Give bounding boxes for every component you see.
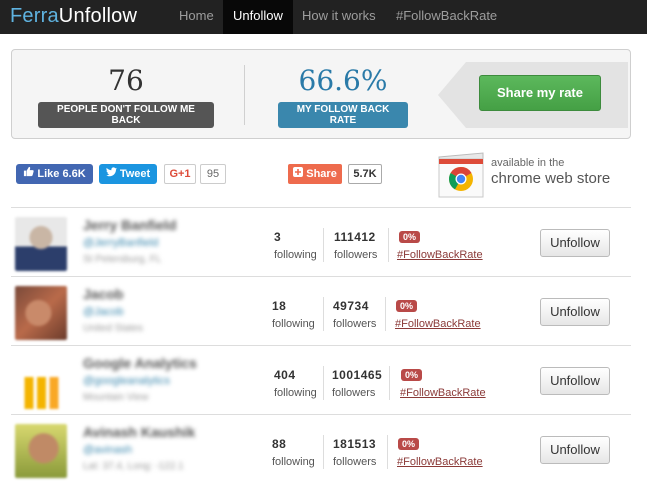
following-count: 404 (274, 368, 296, 382)
google-plus-button[interactable]: G+1 (164, 164, 196, 184)
follow-back-rate-stat: 66.6% MY FOLLOW BACK RATE (278, 62, 408, 128)
chrome-store-icon (438, 152, 484, 198)
chrome-web-store-badge[interactable]: available in the chrome web store (435, 149, 625, 199)
column-divider (389, 366, 390, 400)
brand-part-ferra: Ferra (10, 5, 59, 27)
avatar (15, 286, 67, 340)
share-my-rate-button[interactable]: Share my rate (479, 75, 601, 111)
share-count: 5.7K (348, 164, 382, 184)
avatar (15, 355, 67, 409)
unfollow-button[interactable]: Unfollow (540, 367, 610, 395)
brand-part-unfollow: Unfollow (58, 5, 138, 27)
list-item: Jerry Banfield @JerryBanfield St Petersb… (11, 207, 631, 276)
tweet-label: Tweet (119, 168, 151, 180)
user-location: Lat: 37.4, Long: -122.1 (83, 461, 184, 472)
follow-back-rate-badge: 0% (401, 369, 423, 381)
facebook-like-label: Like 6.6K (37, 168, 86, 180)
follow-back-rate-badge: 0% (398, 438, 420, 450)
followbackrate-link[interactable]: #FollowBackRate (397, 456, 483, 468)
not-following-stat: 76 PEOPLE DON'T FOLLOW ME BACK (38, 62, 214, 128)
nav-how-it-works[interactable]: How it works (292, 0, 386, 34)
list-item: Jacob @Jacob United States 18 following … (11, 276, 631, 345)
unfollow-button[interactable]: Unfollow (540, 436, 610, 464)
list-item: Avinash Kaushik @avinash Lat: 37.4, Long… (11, 414, 631, 483)
nav-followbackrate[interactable]: #FollowBackRate (386, 0, 507, 34)
facebook-like-button[interactable]: Like 6.6K (16, 164, 93, 184)
followers-count: 181513 (333, 437, 377, 451)
followers-count: 111412 (334, 230, 376, 244)
following-count: 18 (272, 299, 287, 313)
followbackrate-link[interactable]: #FollowBackRate (400, 387, 486, 399)
column-divider (323, 435, 324, 469)
user-handle[interactable]: @avinash (83, 444, 132, 456)
follow-back-rate-badge: 0% (396, 300, 418, 312)
nav-home[interactable]: Home (169, 0, 224, 34)
not-following-count: 76 (108, 64, 144, 97)
following-label: following (274, 249, 317, 261)
followers-label: followers (333, 456, 377, 468)
unfollow-button[interactable]: Unfollow (540, 298, 610, 326)
stats-panel: 76 PEOPLE DON'T FOLLOW ME BACK 66.6% MY … (11, 49, 631, 139)
following-count: 88 (272, 437, 287, 451)
column-divider (388, 228, 389, 262)
user-handle[interactable]: @Jacob (83, 306, 124, 318)
google-plus-count: 95 (200, 164, 226, 184)
user-location: United States (83, 323, 144, 334)
list-item: Google Analytics @googleanalytics Mounta… (11, 345, 631, 414)
column-divider (323, 366, 324, 400)
followers-count: 1001465 (332, 368, 383, 382)
follow-back-rate-badge: 0% (399, 231, 421, 243)
following-count: 3 (274, 230, 282, 244)
avatar (15, 217, 67, 271)
following-label: following (272, 456, 315, 468)
user-handle[interactable]: @JerryBanfield (83, 237, 158, 249)
thumbs-up-icon (23, 164, 34, 184)
followers-count: 49734 (333, 299, 369, 313)
brand-logo[interactable]: FerraUnfollow (10, 4, 137, 28)
user-location: St Petersburg, FL (83, 254, 162, 265)
unfollow-button[interactable]: Unfollow (540, 229, 610, 257)
follow-back-rate-label: MY FOLLOW BACK RATE (278, 102, 408, 128)
chrome-store-line2: chrome web store (491, 170, 611, 187)
followers-label: followers (334, 249, 378, 261)
user-name: Avinash Kaushik (83, 424, 196, 440)
user-location: Mountain View (83, 392, 149, 403)
nav-unfollow[interactable]: Unfollow (223, 0, 293, 34)
followbackrate-link[interactable]: #FollowBackRate (397, 249, 483, 261)
following-label: following (272, 318, 315, 330)
followers-label: followers (333, 318, 377, 330)
share-button[interactable]: Share (288, 164, 342, 184)
column-divider (323, 228, 324, 262)
unfollow-list: Jerry Banfield @JerryBanfield St Petersb… (11, 207, 631, 483)
stats-divider (244, 65, 245, 125)
follow-back-rate-value: 66.6% (298, 64, 388, 97)
user-handle[interactable]: @googleanalytics (83, 375, 170, 387)
followbackrate-link[interactable]: #FollowBackRate (395, 318, 481, 330)
plus-square-icon (293, 164, 304, 184)
avatar (15, 424, 67, 478)
following-label: following (274, 387, 317, 399)
followers-label: followers (332, 387, 376, 399)
not-following-label: PEOPLE DON'T FOLLOW ME BACK (38, 102, 214, 128)
share-arrow-box: Share my rate (438, 62, 628, 128)
column-divider (385, 297, 386, 331)
share-label: Share (306, 168, 337, 180)
top-navbar: FerraUnfollow Home Unfollow How it works… (0, 0, 647, 34)
twitter-bird-icon (105, 164, 117, 184)
tweet-button[interactable]: Tweet (99, 164, 157, 184)
chrome-store-line1: available in the (491, 157, 565, 169)
column-divider (387, 435, 388, 469)
user-name: Jacob (83, 286, 124, 302)
user-name: Jerry Banfield (83, 217, 177, 233)
user-name: Google Analytics (83, 355, 197, 371)
column-divider (323, 297, 324, 331)
